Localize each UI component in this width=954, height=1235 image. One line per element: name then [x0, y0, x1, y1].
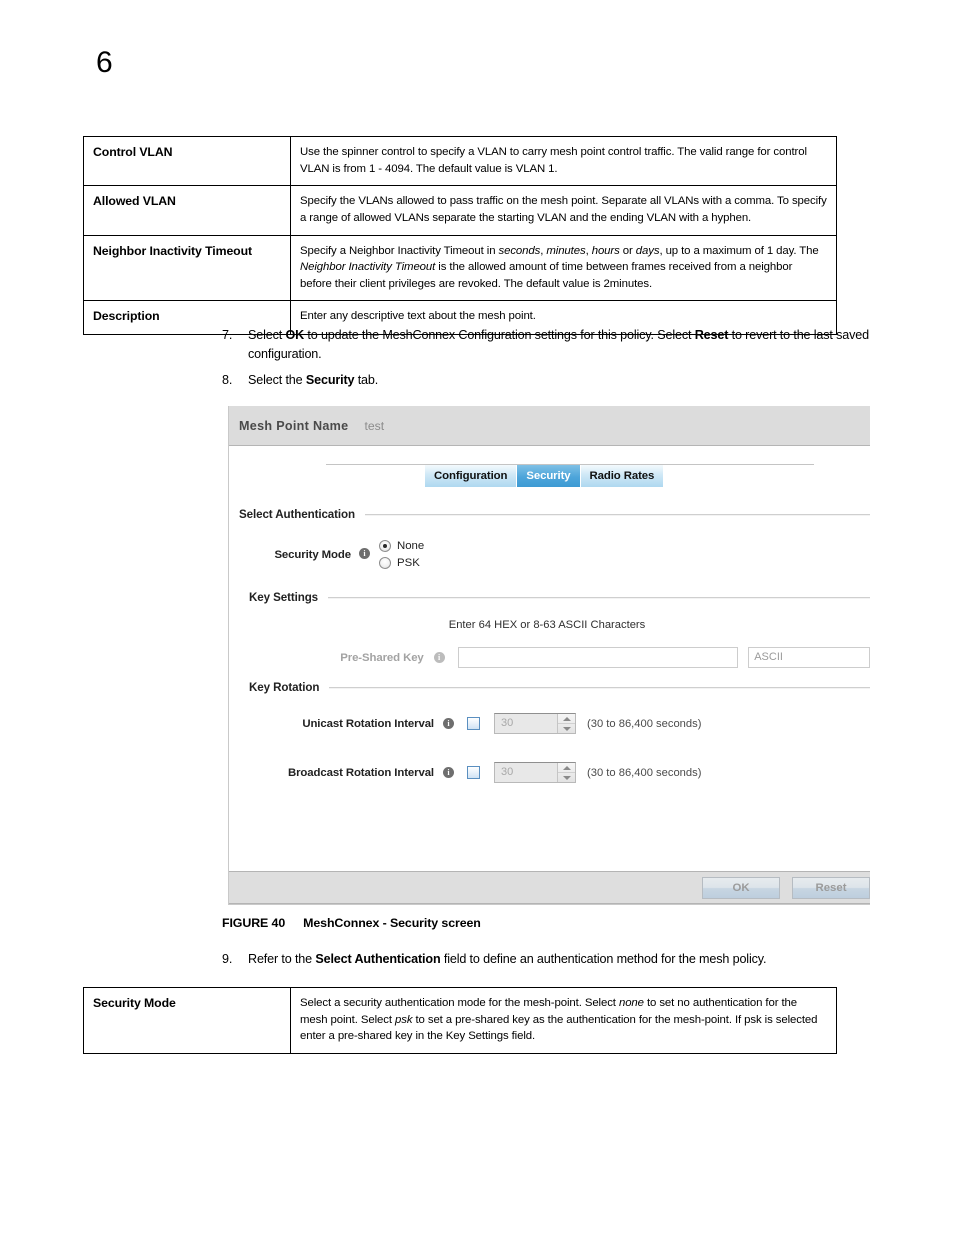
unicast-rotation-interval-label: Unicast Rotation Interval	[302, 717, 434, 730]
tab-list: Configuration Security Radio Rates	[425, 465, 664, 487]
tab-strip: Configuration Security Radio Rates	[229, 456, 870, 494]
spinner-up-icon[interactable]	[558, 763, 575, 773]
section-divider	[329, 686, 870, 689]
security-mode-description-table: Security Mode Select a security authenti…	[83, 987, 837, 1054]
description-cell: Use the spinner control to specify a VLA…	[290, 135, 837, 187]
unicast-rotation-checkbox[interactable]	[467, 717, 480, 730]
pre-shared-key-format-select[interactable]: ASCII	[748, 647, 870, 668]
pre-shared-key-input[interactable]	[457, 647, 739, 668]
broadcast-rotation-interval-row: Broadcast Rotation Interval i 30 (30 to …	[229, 762, 870, 783]
tab-security[interactable]: Security	[517, 465, 581, 487]
pre-shared-key-label: Pre-Shared Key	[340, 651, 424, 664]
step-9: 9. Refer to the Select Authentication fi…	[222, 950, 882, 969]
figure-caption: FIGURE 40 MeshConnex - Security screen	[222, 916, 481, 930]
section-title: Key Settings	[249, 591, 319, 604]
section-select-authentication: Select Authentication	[239, 508, 870, 521]
reset-button[interactable]: Reset	[792, 876, 870, 899]
section-title: Key Rotation	[249, 681, 320, 694]
term-cell: Allowed VLAN	[83, 185, 291, 236]
tab-configuration[interactable]: Configuration	[425, 465, 518, 487]
table-row: Control VLAN Use the spinner control to …	[83, 135, 837, 187]
spinner-buttons[interactable]	[557, 714, 575, 733]
description-cell: Select a security authentication mode fo…	[290, 987, 837, 1054]
page-number: 6	[96, 46, 113, 79]
table-row: Security Mode Select a security authenti…	[83, 987, 837, 1054]
section-key-rotation: Key Rotation	[249, 681, 870, 694]
broadcast-rotation-interval-label: Broadcast Rotation Interval	[287, 766, 434, 779]
step-7: 7. Select OK to update the MeshConnex Co…	[222, 326, 872, 364]
radio-option-none[interactable]: None	[379, 540, 424, 552]
broadcast-rotation-spinner[interactable]: 30	[494, 762, 576, 783]
description-cell: Specify a Neighbor Inactivity Timeout in…	[290, 234, 837, 302]
control-vlan-description-table: Control VLAN Use the spinner control to …	[83, 135, 837, 335]
table-row: Allowed VLAN Specify the VLANs allowed t…	[83, 185, 837, 236]
info-icon[interactable]: i	[443, 767, 454, 778]
security-mode-row: Security Mode i None PSK	[229, 540, 870, 569]
spinner-buttons[interactable]	[557, 763, 575, 782]
table-row: Neighbor Inactivity Timeout Specify a Ne…	[83, 234, 837, 302]
step-8: 8. Select the Security tab.	[222, 371, 872, 390]
radio-psk[interactable]	[379, 557, 391, 569]
step-text: Refer to the Select Authentication field…	[248, 952, 767, 966]
section-key-settings: Key Settings	[249, 591, 870, 604]
section-divider	[328, 596, 870, 599]
info-icon[interactable]: i	[443, 718, 454, 729]
broadcast-rotation-hint: (30 to 86,400 seconds)	[587, 766, 702, 779]
step-number: 8.	[222, 373, 233, 387]
term-cell: Security Mode	[83, 987, 291, 1054]
security-mode-label: Security Mode	[274, 548, 351, 561]
meshconnex-security-screen: Mesh Point Name test Configuration Secur…	[228, 406, 870, 905]
panel-footer: OK Reset	[229, 871, 870, 904]
unicast-rotation-spinner[interactable]: 30	[494, 713, 576, 734]
unicast-rotation-interval-row: Unicast Rotation Interval i 30 (30 to 86…	[229, 713, 870, 734]
mesh-point-name-value: test	[364, 418, 385, 433]
spinner-up-icon[interactable]	[558, 714, 575, 724]
info-icon[interactable]: i	[359, 548, 370, 559]
step-number: 7.	[222, 328, 233, 342]
section-title: Select Authentication	[239, 508, 355, 521]
spinner-down-icon[interactable]	[558, 773, 575, 782]
figure-title: MeshConnex - Security screen	[303, 916, 481, 930]
unicast-rotation-value[interactable]: 30	[495, 714, 557, 733]
spinner-down-icon[interactable]	[558, 724, 575, 733]
info-icon[interactable]: i	[433, 652, 445, 663]
security-mode-radio-group: None PSK	[379, 540, 424, 569]
radio-option-psk[interactable]: PSK	[379, 557, 424, 569]
mesh-point-name-label: Mesh Point Name	[239, 418, 349, 433]
unicast-rotation-hint: (30 to 86,400 seconds)	[587, 717, 702, 730]
pre-shared-key-row: Pre-Shared Key i ASCII	[229, 647, 870, 668]
radio-none-label: None	[397, 540, 425, 552]
radio-none[interactable]	[379, 540, 391, 552]
step-text: Select the Security tab.	[248, 373, 379, 387]
ok-button[interactable]: OK	[702, 876, 780, 899]
tab-radio-rates[interactable]: Radio Rates	[580, 465, 664, 487]
key-settings-note: Enter 64 HEX or 8-63 ASCII Characters	[448, 619, 646, 631]
section-divider	[365, 513, 870, 516]
broadcast-rotation-value[interactable]: 30	[495, 763, 557, 782]
panel-header: Mesh Point Name test	[229, 406, 870, 446]
broadcast-rotation-checkbox[interactable]	[467, 766, 480, 779]
description-cell: Specify the VLANs allowed to pass traffi…	[290, 185, 837, 236]
term-cell: Control VLAN	[83, 135, 291, 187]
term-cell: Neighbor Inactivity Timeout	[83, 234, 291, 302]
figure-label: FIGURE 40	[222, 916, 286, 930]
radio-psk-label: PSK	[397, 557, 420, 569]
step-text: Select OK to update the MeshConnex Confi…	[248, 328, 869, 361]
step-number: 9.	[222, 952, 233, 966]
